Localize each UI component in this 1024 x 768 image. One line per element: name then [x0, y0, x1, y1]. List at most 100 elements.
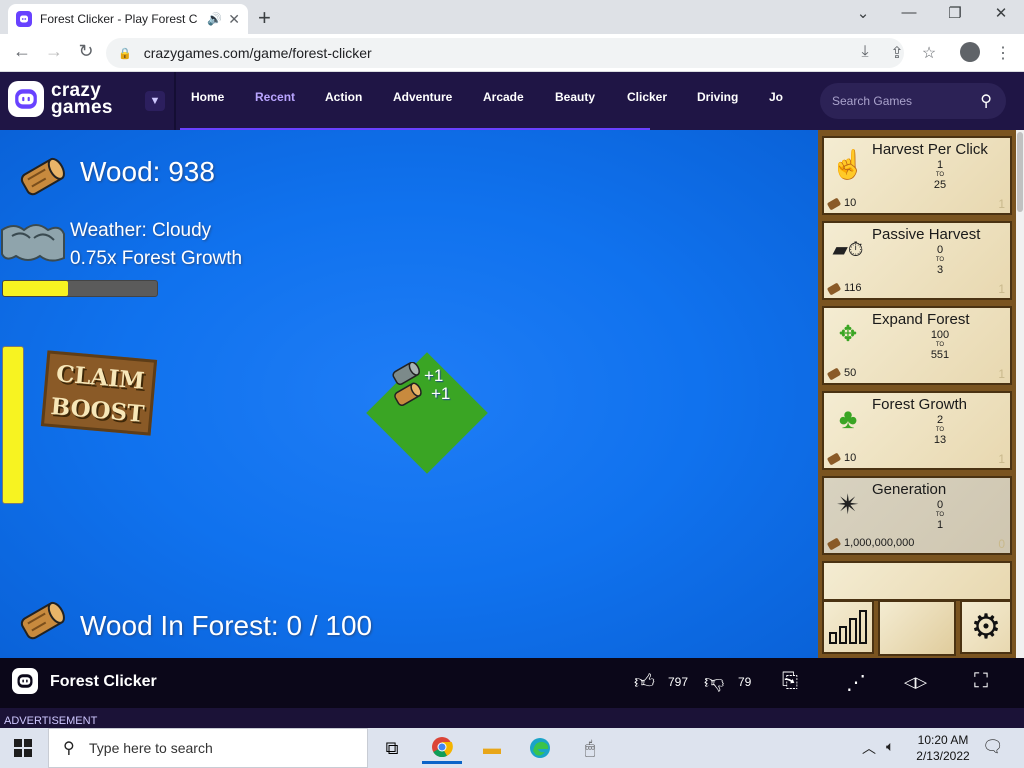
upgrade-to-label: TO — [935, 257, 945, 263]
cost-log-icon — [826, 367, 842, 381]
nav-more[interactable]: Jo — [769, 90, 783, 104]
header-divider — [174, 72, 176, 130]
nav-home[interactable]: Home — [191, 90, 224, 104]
profile-avatar-icon[interactable] — [960, 42, 980, 62]
dislike-count: 79 — [738, 675, 752, 689]
upgrade-count: 1 — [998, 452, 1005, 466]
crazygames-logo[interactable]: crazy games — [8, 81, 113, 117]
nav-action[interactable]: Action — [325, 90, 362, 104]
forward-icon[interactable]: → — [42, 41, 66, 62]
show-hidden-icons-chevron-icon[interactable]: ︿ — [862, 738, 876, 758]
volume-icon[interactable]: 🔈︎ — [886, 738, 894, 755]
nav-recent[interactable]: Recent — [255, 90, 295, 104]
chrome-app-icon[interactable] — [422, 732, 462, 764]
upgrade-next: 25 — [933, 179, 947, 191]
upgrade-next: 1 — [936, 519, 944, 531]
nav-driving[interactable]: Driving — [697, 90, 738, 104]
report-icon[interactable]: ⎘ — [782, 670, 798, 693]
thumbs-down-icon[interactable]: 👎︎ — [704, 670, 724, 694]
theater-mode-icon[interactable]: ◁▷ — [904, 673, 927, 691]
taskbar-search-placeholder: Type here to search — [89, 740, 213, 756]
site-search-input[interactable]: Search Games ⚲ — [820, 83, 1006, 119]
settings-gear-icon[interactable]: ⚙ — [960, 600, 1012, 654]
address-bar[interactable]: 🔒 crazygames.com/game/forest-clicker — [106, 38, 904, 68]
tab-audio-icon[interactable]: 🔊 — [207, 12, 222, 26]
edge-app-icon[interactable] — [528, 736, 552, 760]
game-canvas[interactable]: Wood: 938 Weather: Cloudy 0.75x Forest G… — [0, 130, 818, 658]
upgrade-card-passive-harvest[interactable]: ▰⏱ Passive Harvest 0 TO 3 116 1 — [822, 221, 1012, 300]
taskbar-search-box[interactable]: ⚲ Type here to search — [48, 728, 368, 768]
new-tab-button[interactable]: + — [258, 5, 271, 31]
stats-bar-chart-icon[interactable] — [822, 600, 874, 654]
growth-multiplier: 0.75x Forest Growth — [70, 248, 243, 269]
claim-boost-button[interactable]: CLAIM BOOST — [40, 350, 158, 436]
share-icon[interactable]: ⇪ — [886, 43, 908, 63]
upgrade-card-forest-growth[interactable]: ♣ Forest Growth 2 TO 13 10 1 — [822, 391, 1012, 470]
tab-close-icon[interactable]: ✕ — [228, 11, 240, 28]
search-icon: ⚲ — [63, 740, 75, 757]
upgrade-cost: 1,000,000,000 — [844, 537, 915, 549]
wood-log-icon — [20, 157, 65, 196]
weather-progress-bar — [2, 280, 158, 297]
notification-icon[interactable]: 🗨︎ — [982, 737, 1004, 757]
upgrade-current: 1 — [936, 159, 944, 171]
back-icon[interactable]: ← — [10, 41, 34, 62]
like-count: 797 — [668, 675, 689, 689]
upgrade-to-label: TO — [935, 342, 945, 348]
clock-time: 10:20 AM — [917, 733, 969, 747]
search-icon[interactable]: ⚲ — [980, 91, 992, 111]
upgrade-cost: 50 — [844, 367, 857, 379]
upgrade-current: 0 — [936, 244, 944, 256]
upgrade-to-label: TO — [935, 172, 945, 178]
crazygames-logo-icon — [8, 81, 44, 117]
upgrade-count: 1 — [998, 367, 1005, 381]
lock-icon[interactable]: 🔒 — [118, 47, 132, 60]
panel-button-row: ⚙ — [822, 600, 1012, 656]
minimize-button[interactable]: — — [894, 4, 924, 21]
nav-arcade[interactable]: Arcade — [483, 90, 524, 104]
hand-pointer-icon: ☝ — [830, 148, 866, 180]
crazygames-small-logo-icon — [12, 668, 38, 694]
upgrade-count: 1 — [998, 197, 1005, 211]
upgrade-name: Forest Growth — [872, 396, 968, 413]
upgrade-cost: 116 — [844, 282, 862, 294]
browser-menu-icon[interactable]: ⋮ — [992, 43, 1014, 63]
browser-tab[interactable]: Forest Clicker - Play Forest C 🔊 ✕ — [8, 4, 248, 34]
nav-clicker[interactable]: Clicker — [627, 90, 667, 104]
menu-chevron-down-icon[interactable]: ▼ — [145, 91, 165, 111]
boost-meter — [2, 346, 24, 504]
upgrade-panel: ☝ Harvest Per Click 1 TO 25 10 1 ▰⏱ Pass… — [818, 130, 1016, 658]
upgrade-card-harvest-per-click[interactable]: ☝ Harvest Per Click 1 TO 25 10 1 — [822, 136, 1012, 215]
tab-search-chevron-icon[interactable]: ⌄ — [848, 4, 878, 22]
upgrade-current: 0 — [936, 499, 944, 511]
weather-progress-fill — [3, 281, 68, 296]
panel-scrollbar-thumb[interactable] — [1017, 132, 1023, 212]
advertisement-label: ADVERTISEMENT — [4, 715, 98, 727]
restore-button[interactable]: ❐ — [940, 4, 970, 22]
install-app-icon[interactable]: ⤓ — [854, 43, 876, 61]
nav-beauty[interactable]: Beauty — [555, 90, 595, 104]
clock-date: 2/13/2022 — [916, 749, 970, 763]
upgrade-card-generation[interactable]: ✴ Generation 0 TO 1 1,000,000,000 0 — [822, 476, 1012, 555]
upgrade-name: Passive Harvest — [872, 226, 981, 243]
bookmark-star-icon[interactable]: ☆ — [918, 43, 940, 63]
taskbar-clock[interactable]: 10:20 AM 2/13/2022 — [905, 732, 981, 764]
close-window-button[interactable]: ✕ — [986, 4, 1016, 22]
reload-icon[interactable]: ↻ — [74, 41, 98, 62]
expand-arrows-icon: ✥ — [838, 321, 858, 346]
task-view-icon[interactable]: ⧉ — [380, 736, 404, 760]
game-footer-bar: Forest Clicker 👍︎ 797 👎︎ 79 ⎘ ⋰ ◁▷ ⛶ — [0, 658, 1024, 708]
upgrade-count: 0 — [998, 537, 1005, 551]
url-text: crazygames.com/game/forest-clicker — [143, 45, 372, 61]
file-explorer-icon[interactable]: ▬ — [480, 736, 504, 760]
crazygames-favicon-icon — [16, 11, 32, 27]
windows-start-icon[interactable] — [14, 739, 32, 757]
mouse-app-icon[interactable]: 🖱︎ — [578, 736, 602, 760]
nav-adventure[interactable]: Adventure — [393, 90, 452, 104]
thumbs-up-icon[interactable]: 👍︎ — [634, 670, 655, 694]
fullscreen-icon[interactable]: ⛶ — [974, 670, 988, 693]
tree-growth-icon: ♣ — [838, 403, 858, 434]
cost-log-icon — [826, 197, 842, 211]
upgrade-card-expand-forest[interactable]: ✥ Expand Forest 100 TO 551 50 1 — [822, 306, 1012, 385]
share-icon[interactable]: ⋰ — [846, 670, 866, 695]
